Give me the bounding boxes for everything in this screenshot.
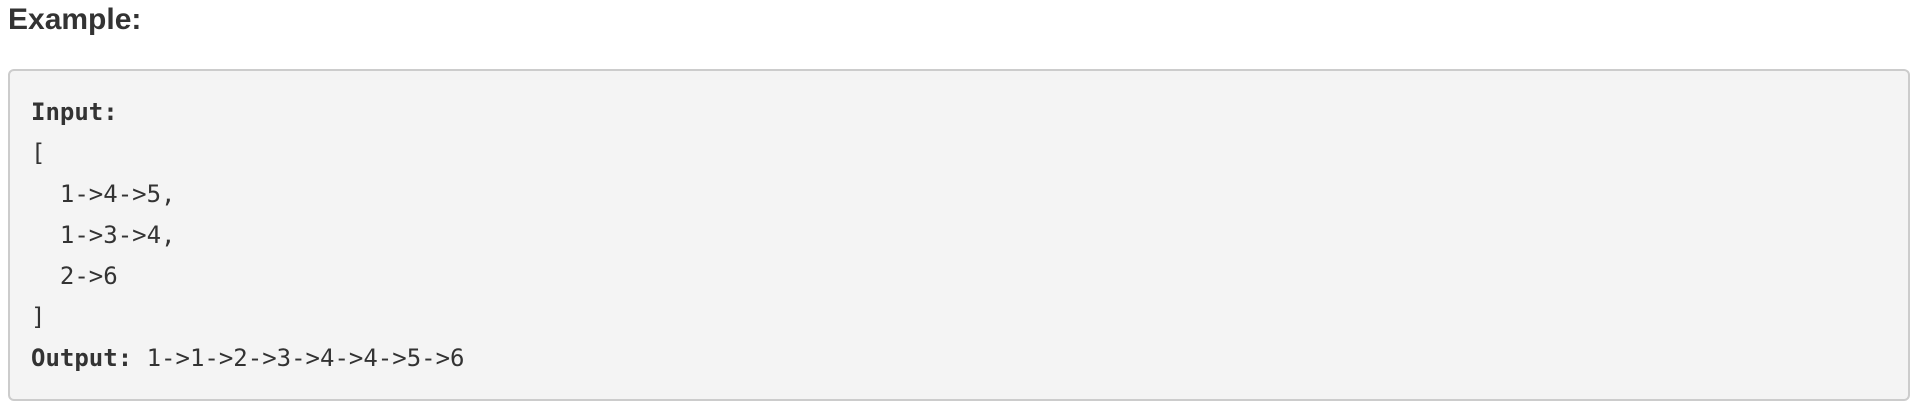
input-list-3: 2->6 xyxy=(31,262,118,290)
input-label: Input: xyxy=(31,98,118,126)
page: Example: Input: [ 1->4->5, 1->3->4, 2->6… xyxy=(0,0,1919,409)
output-value: 1->1->2->3->4->4->5->6 xyxy=(132,344,465,372)
example-heading: Example: xyxy=(8,3,142,36)
input-list-2: 1->3->4, xyxy=(31,221,176,249)
example-code-block: Input: [ 1->4->5, 1->3->4, 2->6 ] Output… xyxy=(8,69,1910,401)
input-list-1: 1->4->5, xyxy=(31,180,176,208)
output-label: Output: xyxy=(31,344,133,372)
input-open-bracket: [ xyxy=(31,139,46,167)
input-close-bracket: ] xyxy=(31,303,46,331)
input-line: Input: xyxy=(31,92,1908,133)
output-line: Output: 1->1->2->3->4->4->5->6 xyxy=(31,338,1908,379)
